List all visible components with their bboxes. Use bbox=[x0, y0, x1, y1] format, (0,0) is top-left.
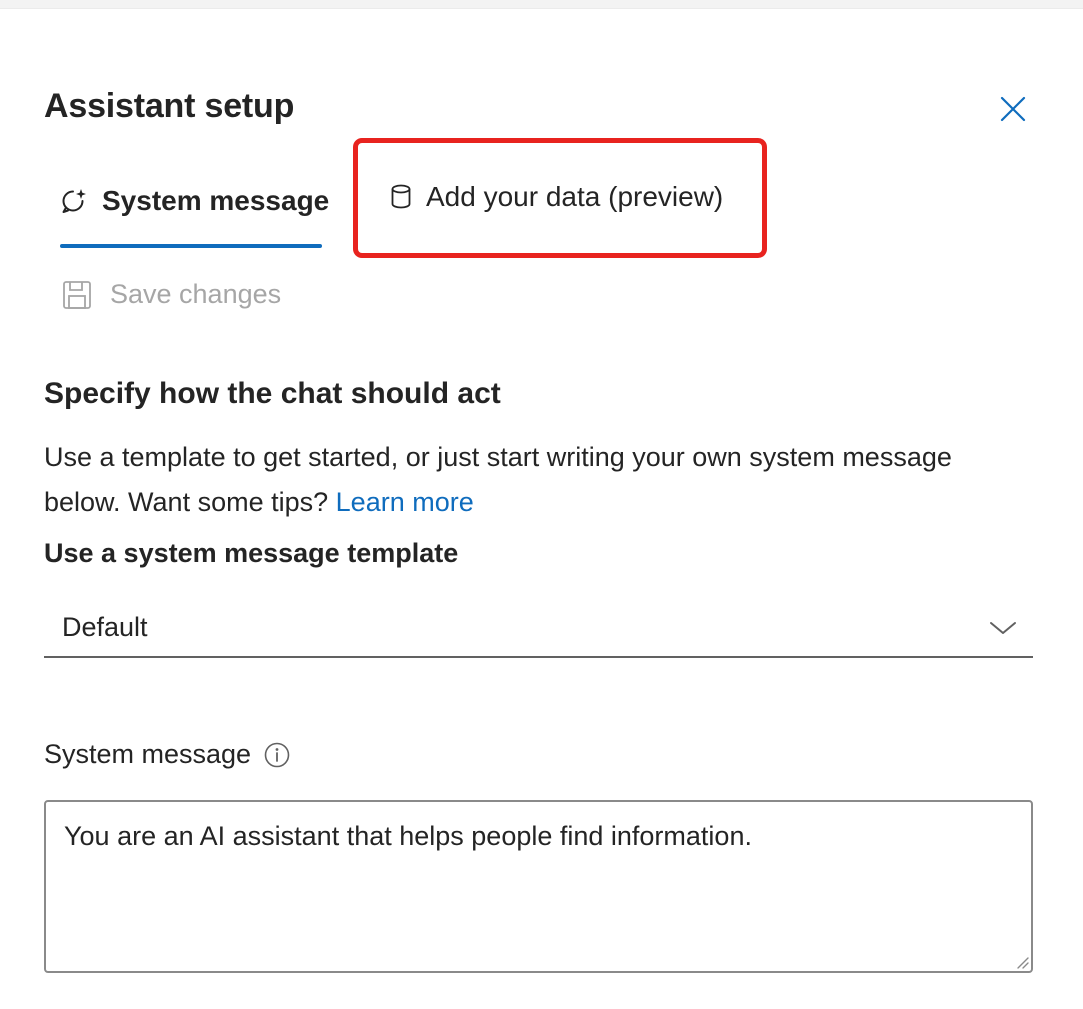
resize-grip-icon[interactable] bbox=[1014, 954, 1030, 970]
database-icon bbox=[390, 183, 412, 211]
tab-system-message[interactable]: System message bbox=[60, 185, 329, 217]
tab-system-message-label: System message bbox=[102, 185, 330, 216]
system-message-label-text: System message bbox=[44, 739, 252, 769]
save-icon bbox=[62, 280, 92, 310]
chevron-down-icon bbox=[989, 620, 1017, 636]
close-button[interactable] bbox=[993, 89, 1033, 129]
tab-selected-indicator bbox=[60, 244, 322, 248]
assistant-setup-panel: Assistant setup System message Add your … bbox=[0, 8, 1083, 1009]
description-text: Use a template to get started, or just s… bbox=[44, 442, 952, 517]
panel-title: Assistant setup bbox=[44, 87, 295, 125]
template-dropdown[interactable]: Default bbox=[44, 599, 1033, 658]
close-icon bbox=[999, 95, 1027, 123]
save-changes-button[interactable]: Save changes bbox=[62, 279, 281, 310]
system-message-label: System message bbox=[44, 739, 291, 770]
template-dropdown-value: Default bbox=[62, 612, 148, 642]
system-message-textarea[interactable]: You are an AI assistant that helps peopl… bbox=[44, 800, 1033, 973]
section-heading: Specify how the chat should act bbox=[44, 377, 501, 410]
learn-more-link[interactable]: Learn more bbox=[336, 487, 474, 517]
tab-add-your-data[interactable]: Add your data (preview) bbox=[390, 181, 723, 213]
save-changes-label: Save changes bbox=[110, 279, 282, 309]
template-label: Use a system message template bbox=[44, 538, 459, 568]
info-icon[interactable] bbox=[263, 741, 291, 769]
section-description: Use a template to get started, or just s… bbox=[44, 435, 1004, 525]
chat-sparkle-icon bbox=[60, 187, 88, 215]
tab-add-your-data-label: Add your data (preview) bbox=[426, 181, 724, 212]
